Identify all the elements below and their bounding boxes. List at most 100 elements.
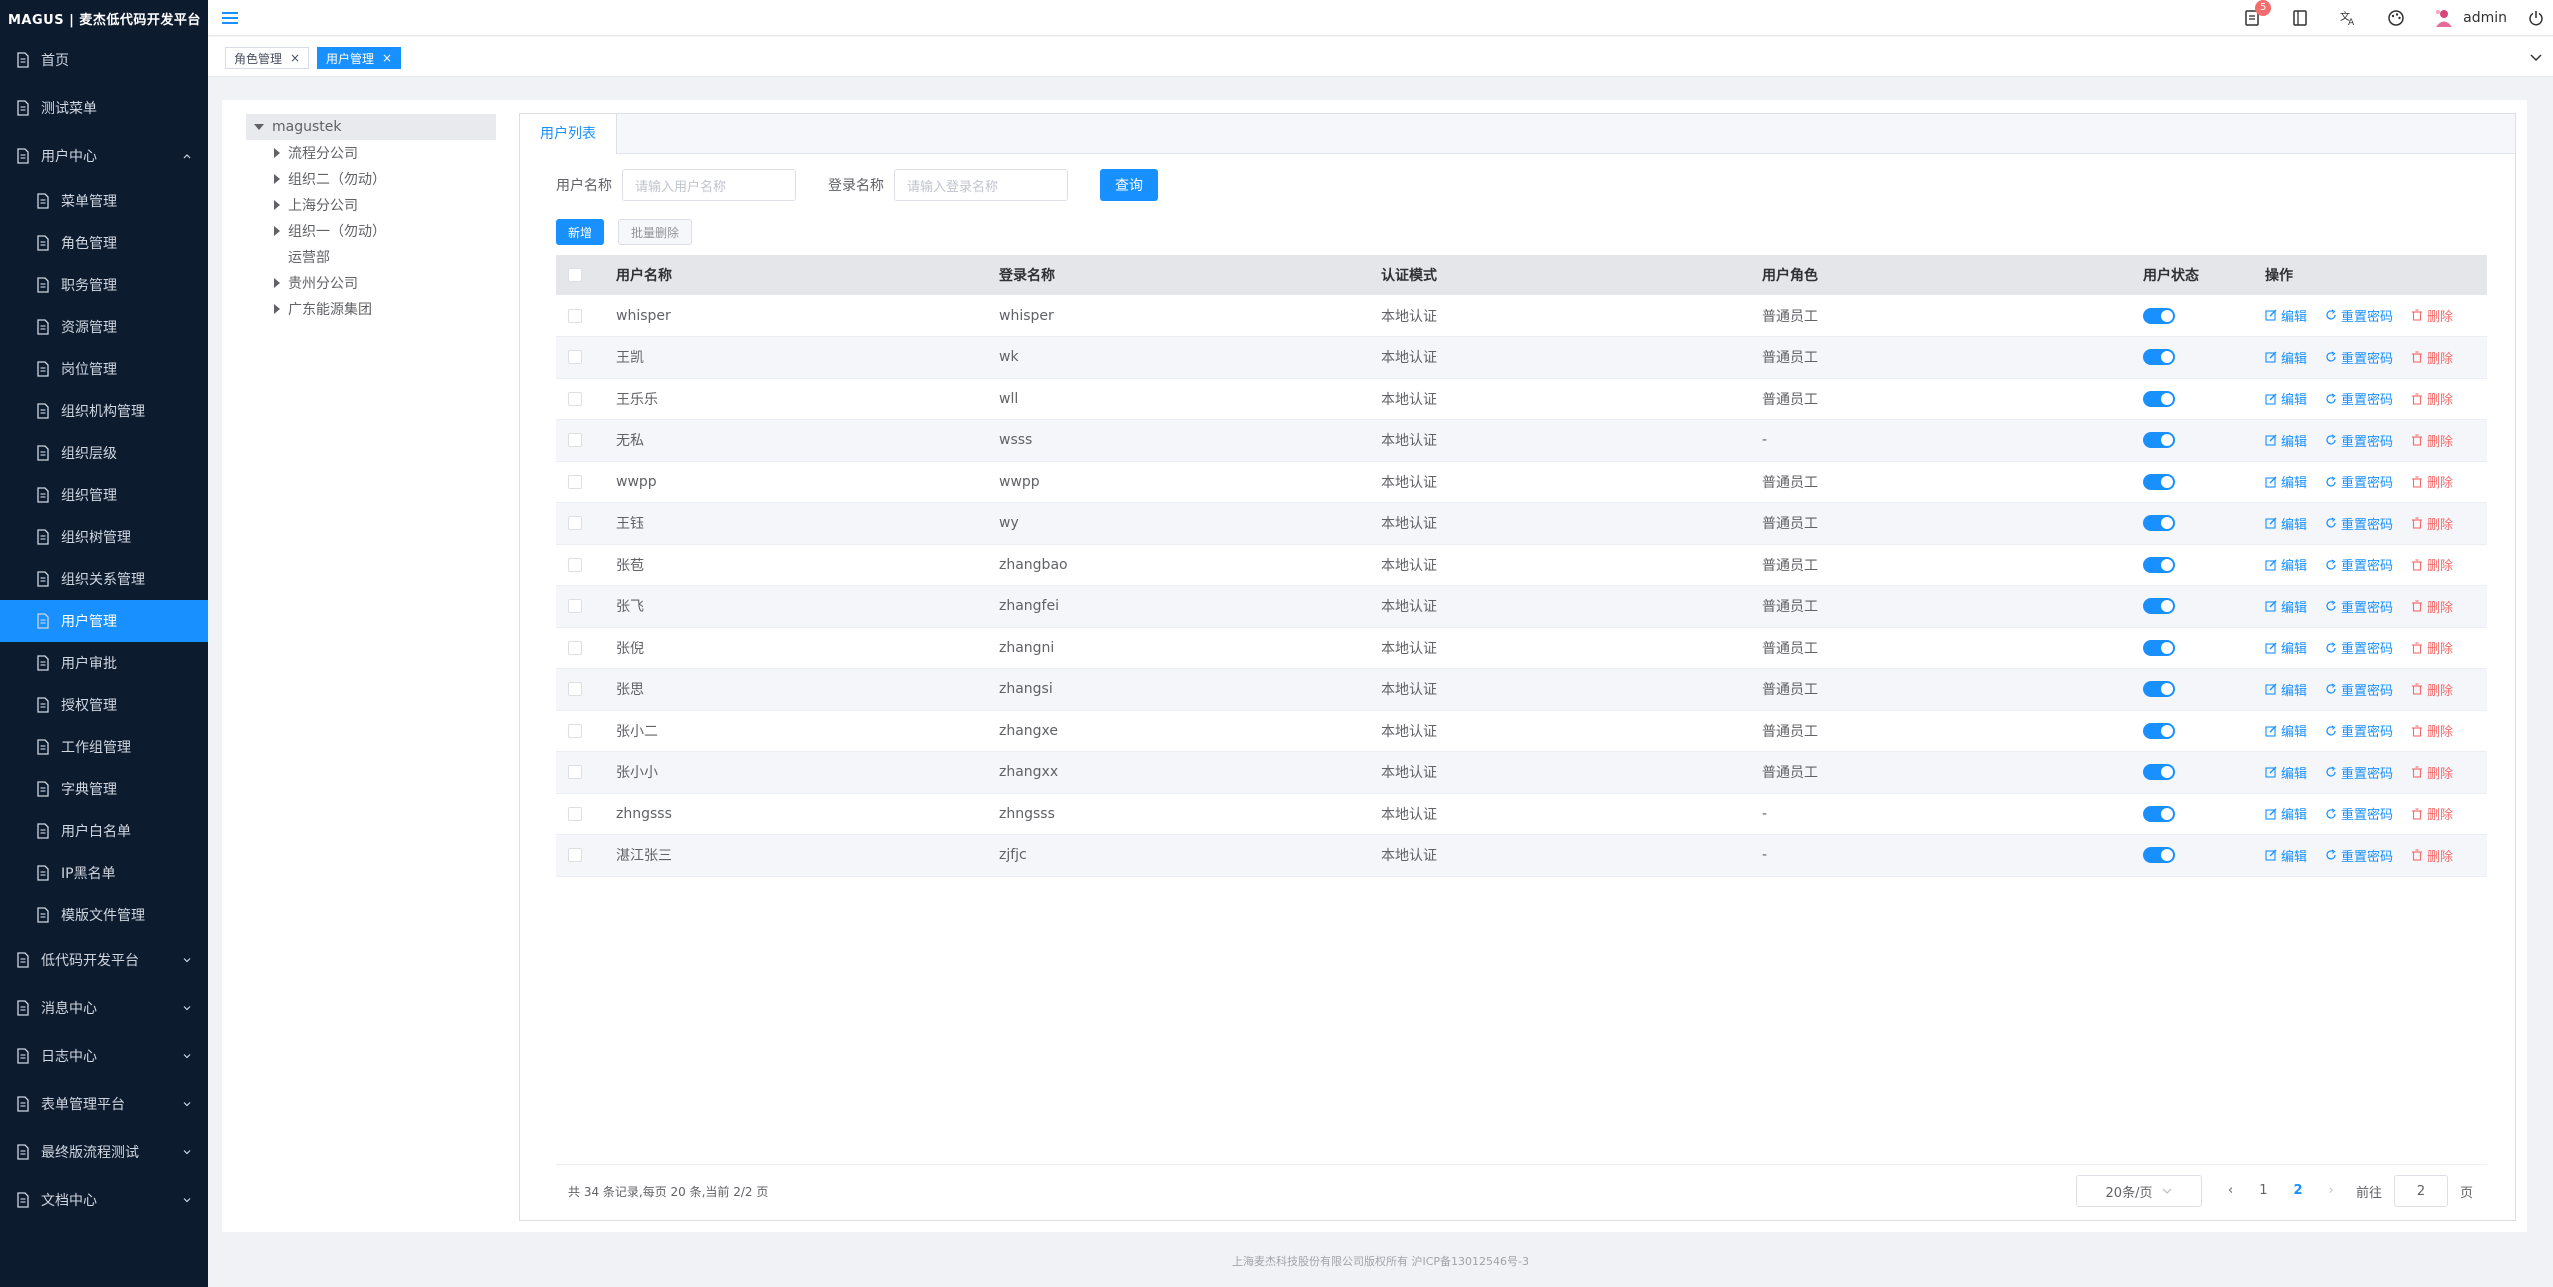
row-checkbox[interactable] bbox=[568, 848, 582, 863]
tree-node[interactable]: 组织一（勿动） bbox=[246, 218, 496, 244]
status-toggle[interactable] bbox=[2143, 390, 2175, 407]
col-user-status[interactable]: 用户状态 bbox=[2143, 255, 2265, 295]
page-size-select[interactable]: 20条/页 bbox=[2076, 1175, 2202, 1207]
edit-button[interactable]: 编辑 bbox=[2265, 472, 2307, 491]
row-checkbox[interactable] bbox=[568, 599, 582, 614]
row-checkbox[interactable] bbox=[568, 350, 582, 365]
status-toggle[interactable] bbox=[2143, 556, 2175, 573]
login-name-search-input[interactable]: 请输入登录名称 bbox=[894, 169, 1068, 201]
delete-button[interactable]: 删除 bbox=[2411, 431, 2453, 450]
sidebar-item-15[interactable]: 授权管理 bbox=[0, 684, 208, 726]
reset-password-button[interactable]: 重置密码 bbox=[2325, 721, 2393, 740]
delete-button[interactable]: 删除 bbox=[2411, 804, 2453, 823]
select-all-checkbox[interactable] bbox=[568, 268, 582, 282]
delete-button[interactable]: 删除 bbox=[2411, 514, 2453, 533]
sidebar-item-9[interactable]: 组织层级 bbox=[0, 432, 208, 474]
edit-button[interactable]: 编辑 bbox=[2265, 721, 2307, 740]
caret-down-icon[interactable] bbox=[254, 124, 264, 130]
caret-right-icon[interactable] bbox=[274, 148, 280, 158]
reset-password-button[interactable]: 重置密码 bbox=[2325, 514, 2393, 533]
edit-button[interactable]: 编辑 bbox=[2265, 555, 2307, 574]
sidebar-item-14[interactable]: 用户审批 bbox=[0, 642, 208, 684]
sidebar-item-18[interactable]: 用户白名单 bbox=[0, 810, 208, 852]
document-icon[interactable] bbox=[2289, 7, 2311, 29]
tree-node[interactable]: 上海分公司 bbox=[246, 192, 496, 218]
status-toggle[interactable] bbox=[2143, 847, 2175, 864]
reset-password-button[interactable]: 重置密码 bbox=[2325, 638, 2393, 657]
edit-button[interactable]: 编辑 bbox=[2265, 431, 2307, 450]
sidebar-item-1[interactable]: 测试菜单 bbox=[0, 84, 208, 132]
close-icon[interactable]: × bbox=[382, 51, 392, 65]
row-checkbox[interactable] bbox=[568, 308, 582, 323]
reset-password-button[interactable]: 重置密码 bbox=[2325, 431, 2393, 450]
reset-password-button[interactable]: 重置密码 bbox=[2325, 846, 2393, 865]
power-icon[interactable] bbox=[2525, 7, 2547, 29]
sidebar-item-3[interactable]: 菜单管理 bbox=[0, 180, 208, 222]
reset-password-button[interactable]: 重置密码 bbox=[2325, 555, 2393, 574]
edit-button[interactable]: 编辑 bbox=[2265, 846, 2307, 865]
next-page-icon[interactable]: › bbox=[2329, 1183, 2334, 1198]
status-toggle[interactable] bbox=[2143, 515, 2175, 532]
sidebar-item-20[interactable]: 模版文件管理 bbox=[0, 894, 208, 936]
sidebar-item-8[interactable]: 组织机构管理 bbox=[0, 390, 208, 432]
delete-button[interactable]: 删除 bbox=[2411, 680, 2453, 699]
edit-button[interactable]: 编辑 bbox=[2265, 514, 2307, 533]
sidebar-item-5[interactable]: 职务管理 bbox=[0, 264, 208, 306]
delete-button[interactable]: 删除 bbox=[2411, 389, 2453, 408]
menu-toggle-icon[interactable] bbox=[220, 8, 240, 28]
sidebar-item-10[interactable]: 组织管理 bbox=[0, 474, 208, 516]
row-checkbox[interactable] bbox=[568, 557, 582, 572]
row-checkbox[interactable] bbox=[568, 765, 582, 780]
sidebar-item-7[interactable]: 岗位管理 bbox=[0, 348, 208, 390]
col-username[interactable]: 用户名称 bbox=[616, 255, 999, 295]
status-toggle[interactable] bbox=[2143, 473, 2175, 490]
delete-button[interactable]: 删除 bbox=[2411, 638, 2453, 657]
sidebar-item-13[interactable]: 用户管理 bbox=[0, 600, 208, 642]
caret-right-icon[interactable] bbox=[274, 174, 280, 184]
reset-password-button[interactable]: 重置密码 bbox=[2325, 348, 2393, 367]
tree-node[interactable]: 运营部 bbox=[246, 244, 496, 270]
reset-password-button[interactable]: 重置密码 bbox=[2325, 306, 2393, 325]
sidebar-item-2[interactable]: 用户中心 bbox=[0, 132, 208, 180]
sidebar-item-16[interactable]: 工作组管理 bbox=[0, 726, 208, 768]
tree-node-root[interactable]: magustek bbox=[246, 114, 496, 140]
close-icon[interactable]: × bbox=[290, 51, 300, 65]
status-toggle[interactable] bbox=[2143, 432, 2175, 449]
edit-button[interactable]: 编辑 bbox=[2265, 763, 2307, 782]
tree-node[interactable]: 广东能源集团 bbox=[246, 296, 496, 322]
tree-node[interactable]: 贵州分公司 bbox=[246, 270, 496, 296]
tag-role-management[interactable]: 角色管理 × bbox=[225, 47, 310, 69]
row-checkbox[interactable] bbox=[568, 391, 582, 406]
edit-button[interactable]: 编辑 bbox=[2265, 638, 2307, 657]
username-search-input[interactable]: 请输入用户名称 bbox=[622, 169, 796, 201]
col-auth-mode[interactable]: 认证模式 bbox=[1381, 255, 1762, 295]
reset-password-button[interactable]: 重置密码 bbox=[2325, 804, 2393, 823]
page-1[interactable]: 1 bbox=[2259, 1183, 2267, 1198]
status-toggle[interactable] bbox=[2143, 598, 2175, 615]
sidebar-item-22[interactable]: 消息中心 bbox=[0, 984, 208, 1032]
delete-button[interactable]: 删除 bbox=[2411, 348, 2453, 367]
reset-password-button[interactable]: 重置密码 bbox=[2325, 389, 2393, 408]
col-login-name[interactable]: 登录名称 bbox=[999, 255, 1381, 295]
row-checkbox[interactable] bbox=[568, 682, 582, 697]
delete-button[interactable]: 删除 bbox=[2411, 846, 2453, 865]
sidebar-item-21[interactable]: 低代码开发平台 bbox=[0, 936, 208, 984]
notification-icon[interactable]: 5 bbox=[2241, 0, 2272, 29]
sidebar-item-4[interactable]: 角色管理 bbox=[0, 222, 208, 264]
sidebar-item-6[interactable]: 资源管理 bbox=[0, 306, 208, 348]
status-toggle[interactable] bbox=[2143, 722, 2175, 739]
tab-user-list[interactable]: 用户列表 bbox=[520, 114, 617, 154]
row-checkbox[interactable] bbox=[568, 640, 582, 655]
edit-button[interactable]: 编辑 bbox=[2265, 680, 2307, 699]
query-button[interactable]: 查询 bbox=[1100, 169, 1158, 201]
row-checkbox[interactable] bbox=[568, 806, 582, 821]
row-checkbox[interactable] bbox=[568, 516, 582, 531]
edit-button[interactable]: 编辑 bbox=[2265, 348, 2307, 367]
user-menu[interactable]: admin bbox=[2433, 7, 2507, 29]
edit-button[interactable]: 编辑 bbox=[2265, 597, 2307, 616]
sidebar-item-25[interactable]: 最终版流程测试 bbox=[0, 1128, 208, 1176]
prev-page-icon[interactable]: ‹ bbox=[2228, 1183, 2233, 1198]
edit-button[interactable]: 编辑 bbox=[2265, 306, 2307, 325]
caret-right-icon[interactable] bbox=[274, 304, 280, 314]
caret-right-icon[interactable] bbox=[274, 226, 280, 236]
